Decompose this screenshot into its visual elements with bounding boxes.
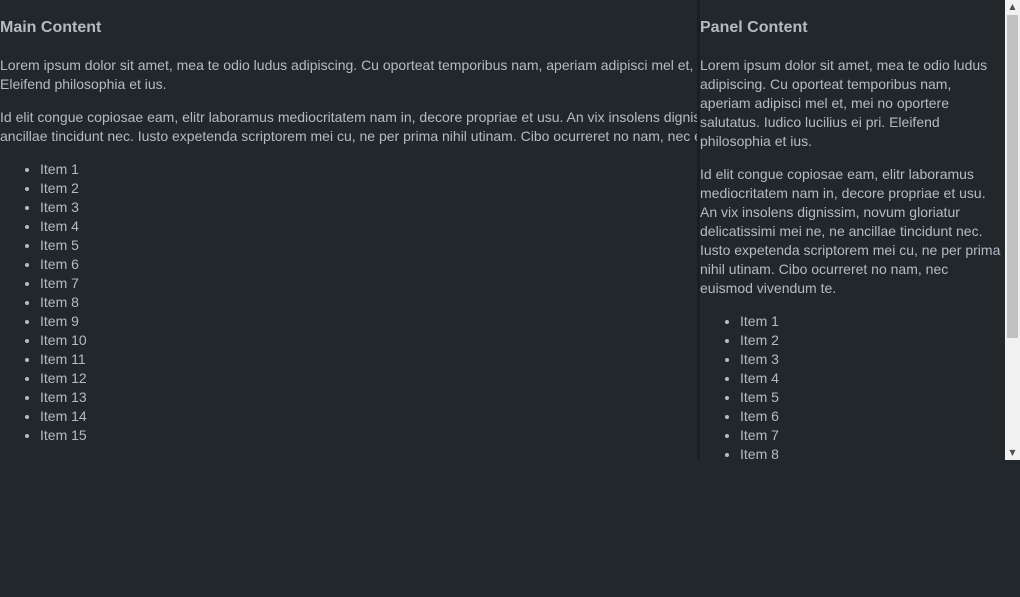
app-stage: Main Content Lorem ipsum dolor sit amet,…	[0, 0, 1020, 597]
main-list-item: Item 4	[40, 217, 700, 236]
main-list-item: Item 6	[40, 255, 700, 274]
panel-list-item: Item 8	[740, 445, 1005, 460]
side-panel: Panel Content Lorem ipsum dolor sit amet…	[700, 0, 1005, 460]
main-list-item: Item 14	[40, 407, 700, 426]
main-list-item: Item 11	[40, 350, 700, 369]
main-paragraph-2: Id elit congue copiosae eam, elitr labor…	[0, 108, 700, 146]
main-paragraph-1: Lorem ipsum dolor sit amet, mea te odio …	[0, 56, 700, 94]
panel-list-item: Item 7	[740, 426, 1005, 445]
panel-item-list: Item 1 Item 2 Item 3 Item 4 Item 5 Item …	[700, 312, 1005, 460]
main-paragraph-1-line-2: Eleifend philosophia et ius.	[0, 76, 167, 92]
main-list-item: Item 8	[40, 293, 700, 312]
panel-list-item: Item 1	[740, 312, 1005, 331]
main-list-item: Item 15	[40, 426, 700, 445]
panel-scrollbar[interactable]: ▲ ▼	[1005, 0, 1020, 460]
scrollbar-thumb[interactable]	[1007, 15, 1018, 338]
panel-paragraph-2: Id elit congue copiosae eam, elitr labor…	[700, 166, 1001, 296]
main-list-item: Item 3	[40, 198, 700, 217]
main-list-item: Item 1	[40, 160, 700, 179]
panel-list-item: Item 4	[740, 369, 1005, 388]
scroll-down-arrow-icon[interactable]: ▼	[1005, 446, 1020, 460]
main-heading: Main Content	[0, 19, 102, 36]
main-paragraph-2-line-1: Id elit congue copiosae eam, elitr labor…	[0, 109, 700, 125]
panel-list-item: Item 5	[740, 388, 1005, 407]
scroll-up-arrow-icon[interactable]: ▲	[1005, 0, 1020, 14]
main-paragraph-2-line-2: ancillae tincidunt nec. Iusto expetenda …	[0, 128, 700, 144]
main-list-item: Item 10	[40, 331, 700, 350]
panel-list-item: Item 3	[740, 350, 1005, 369]
main-list-item: Item 9	[40, 312, 700, 331]
main-item-list: Item 1 Item 2 Item 3 Item 4 Item 5 Item …	[0, 160, 700, 445]
main-list-item: Item 7	[40, 274, 700, 293]
panel-paragraph-1: Lorem ipsum dolor sit amet, mea te odio …	[700, 57, 988, 149]
main-paragraph-1-line-1: Lorem ipsum dolor sit amet, mea te odio …	[0, 57, 700, 73]
main-list-item: Item 5	[40, 236, 700, 255]
main-list-item: Item 2	[40, 179, 700, 198]
panel-list-item: Item 2	[740, 331, 1005, 350]
main-content-area: Main Content Lorem ipsum dolor sit amet,…	[0, 0, 700, 460]
panel-heading: Panel Content	[700, 19, 808, 36]
panel-list-item: Item 6	[740, 407, 1005, 426]
main-list-item: Item 12	[40, 369, 700, 388]
main-list-item: Item 13	[40, 388, 700, 407]
